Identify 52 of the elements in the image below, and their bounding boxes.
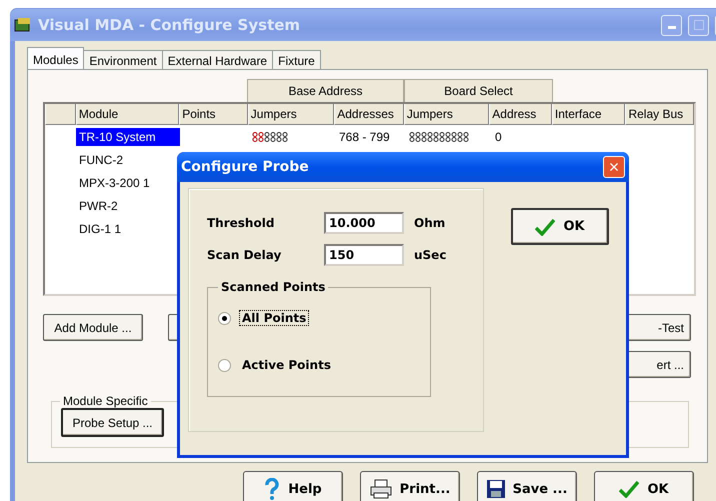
tab[interactable]: Fixture [272, 50, 321, 69]
tab[interactable]: External Hardware [162, 50, 274, 69]
footer-button[interactable]: OK [594, 471, 694, 501]
dialog-title: Configure Probe [181, 159, 309, 175]
add-module-button[interactable]: Add Module ... [43, 314, 143, 341]
window-title: Visual MDA - Configure System [38, 16, 300, 34]
table-cell[interactable]: DIG-1 1 [76, 220, 180, 238]
footer-button[interactable]: Help [243, 471, 343, 501]
app-icon [14, 17, 32, 33]
column-header: Module [76, 104, 180, 125]
help-icon [264, 478, 280, 500]
column-group-header: Board Select [404, 79, 553, 102]
maximize-icon [694, 20, 704, 30]
radio-label[interactable]: All Points [239, 310, 310, 326]
minimize-button[interactable] [661, 14, 682, 36]
ok-button[interactable]: OK [511, 208, 609, 245]
field-label: Scan Delay [207, 248, 282, 262]
table-cell[interactable]: TR-10 System [76, 128, 180, 146]
column-header: Jumpers [248, 104, 334, 125]
row-header-corner [45, 104, 76, 125]
table-cell[interactable]: FUNC-2 [76, 150, 180, 168]
close-button[interactable]: × [603, 156, 625, 178]
tab[interactable]: Modules [27, 47, 84, 69]
column-header: Address [489, 104, 552, 125]
column-header: Addresses [334, 104, 404, 125]
maximize-button[interactable] [688, 14, 709, 36]
column-group-header: Base Address [247, 79, 404, 102]
checkmark-icon [535, 218, 556, 236]
tab[interactable]: Environment [83, 50, 163, 69]
footer-button[interactable]: Save ... [477, 471, 577, 501]
group-label: Module Specific [60, 394, 151, 408]
radio-button[interactable] [218, 312, 231, 324]
unit-label: uSec [414, 248, 446, 262]
checkmark-icon [619, 480, 640, 498]
footer-button[interactable]: Print... [360, 471, 460, 501]
radio-label[interactable]: Active Points [239, 357, 334, 373]
table-cell: 768 - 799 [339, 130, 390, 144]
input-field[interactable]: 150 [324, 244, 404, 266]
radio-button[interactable] [218, 358, 231, 372]
column-header: Relay Bus [625, 104, 694, 125]
column-header: Jumpers [404, 104, 490, 125]
table-cell: 0 [495, 130, 502, 144]
column-header: Interface [552, 104, 626, 125]
table-cell[interactable]: PWR-2 [76, 196, 180, 214]
unit-label: Ohm [414, 216, 446, 230]
table-cell[interactable]: MPX-3-200 1 [76, 174, 180, 192]
column-header: Points [179, 104, 248, 125]
probe-setup-button[interactable]: Probe Setup ... [61, 408, 164, 437]
group-label: Scanned Points [218, 280, 328, 294]
field-label: Threshold [207, 216, 276, 230]
printer-icon [370, 479, 392, 499]
input-field[interactable]: 10.000 [324, 212, 404, 234]
